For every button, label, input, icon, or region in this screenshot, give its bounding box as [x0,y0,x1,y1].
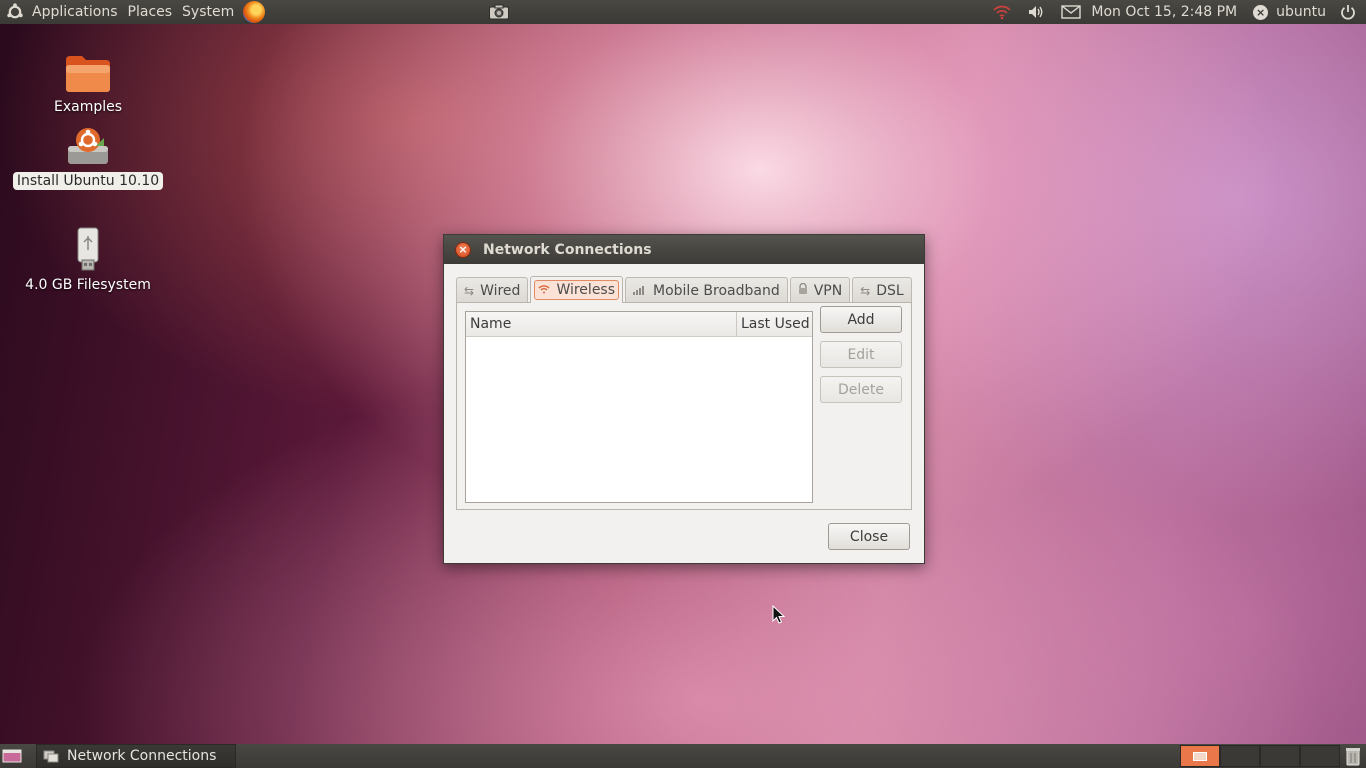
workspace-4[interactable] [1300,745,1340,767]
connections-list[interactable]: Name Last Used [465,311,813,503]
menu-applications[interactable]: Applications [27,0,123,24]
desktop-icon-label: Install Ubuntu 10.10 [12,172,164,190]
desktop-icon-install-ubuntu[interactable]: Install Ubuntu 10.10 [12,124,164,190]
user-name: ubuntu [1276,4,1326,20]
dialog-title: Network Connections [483,241,652,258]
show-desktop-icon[interactable] [0,744,24,768]
desktop-icon-examples[interactable]: Examples [50,52,126,116]
screenshot-camera-icon[interactable] [488,3,510,21]
ubuntu-logo-icon[interactable] [6,3,24,21]
tab-bar: ⇆ Wired Wireless Mobile Broadband VPN ⇆ … [456,276,914,303]
close-button[interactable]: Close [828,523,910,550]
workspace-3[interactable] [1260,745,1300,767]
bottom-panel: Network Connections [0,744,1366,768]
user-status-icon: × [1253,4,1269,20]
installer-icon [68,128,108,164]
tab-label: Wired [480,282,521,299]
column-header-name[interactable]: Name [466,312,737,336]
taskbar-item-network-connections[interactable]: Network Connections [36,744,236,768]
menu-places[interactable]: Places [123,0,178,24]
tab-label: DSL [876,282,904,299]
network-connections-dialog: × Network Connections ⇆ Wired Wireless M… [443,234,925,564]
tab-wireless[interactable]: Wireless [530,276,624,303]
tab-mobile-broadband[interactable]: Mobile Broadband [625,277,788,303]
workspace-1[interactable] [1180,745,1220,767]
add-button[interactable]: Add [820,306,902,333]
usb-drive-icon [77,227,99,271]
menu-system[interactable]: System [177,0,239,24]
tab-label: VPN [813,282,843,299]
workspace-window-thumbnail [1193,751,1207,761]
close-window-icon[interactable]: × [455,241,471,258]
network-app-icon [43,748,59,764]
clock[interactable]: Mon Oct 15, 2:48 PM [1089,0,1245,24]
folder-icon [66,56,110,92]
taskbar-item-label: Network Connections [67,748,217,764]
desktop-icon-label: 4.0 GB Filesystem [25,277,151,293]
trash-icon[interactable] [1344,746,1362,766]
column-header-last-used[interactable]: Last Used [737,312,812,336]
wireless-tab-panel: Name Last Used Add Edit Delete [456,302,912,510]
tab-wired[interactable]: ⇆ Wired [456,277,529,303]
lock-icon [798,282,808,298]
top-panel: Applications Places System Mon Oct 15, 2… [0,0,1366,24]
list-header: Name Last Used [466,312,812,337]
edit-button[interactable]: Edit [820,341,902,368]
mouse-pointer-icon [772,605,786,624]
power-icon[interactable] [1332,0,1366,24]
dsl-icon: ⇆ [860,283,871,298]
wired-icon: ⇆ [464,283,475,298]
wireless-icon [538,283,550,297]
dialog-titlebar[interactable]: × Network Connections [444,235,924,264]
user-menu[interactable]: × ubuntu [1245,0,1332,24]
tab-label: Mobile Broadband [653,282,780,299]
wifi-icon[interactable] [985,0,1019,24]
tab-dsl[interactable]: ⇆ DSL [852,277,912,303]
workspace-2[interactable] [1220,745,1260,767]
desktop-icon-filesystem[interactable]: 4.0 GB Filesystem [22,226,154,294]
mail-icon[interactable] [1053,0,1089,24]
signal-bars-icon [633,284,647,298]
desktop-icon-label: Examples [53,99,123,115]
tab-vpn[interactable]: VPN [789,277,851,303]
firefox-icon[interactable] [243,1,266,23]
volume-icon[interactable] [1019,0,1053,24]
tab-label: Wireless [556,282,616,298]
workspace-switcher [1180,745,1340,767]
delete-button[interactable]: Delete [820,376,902,403]
